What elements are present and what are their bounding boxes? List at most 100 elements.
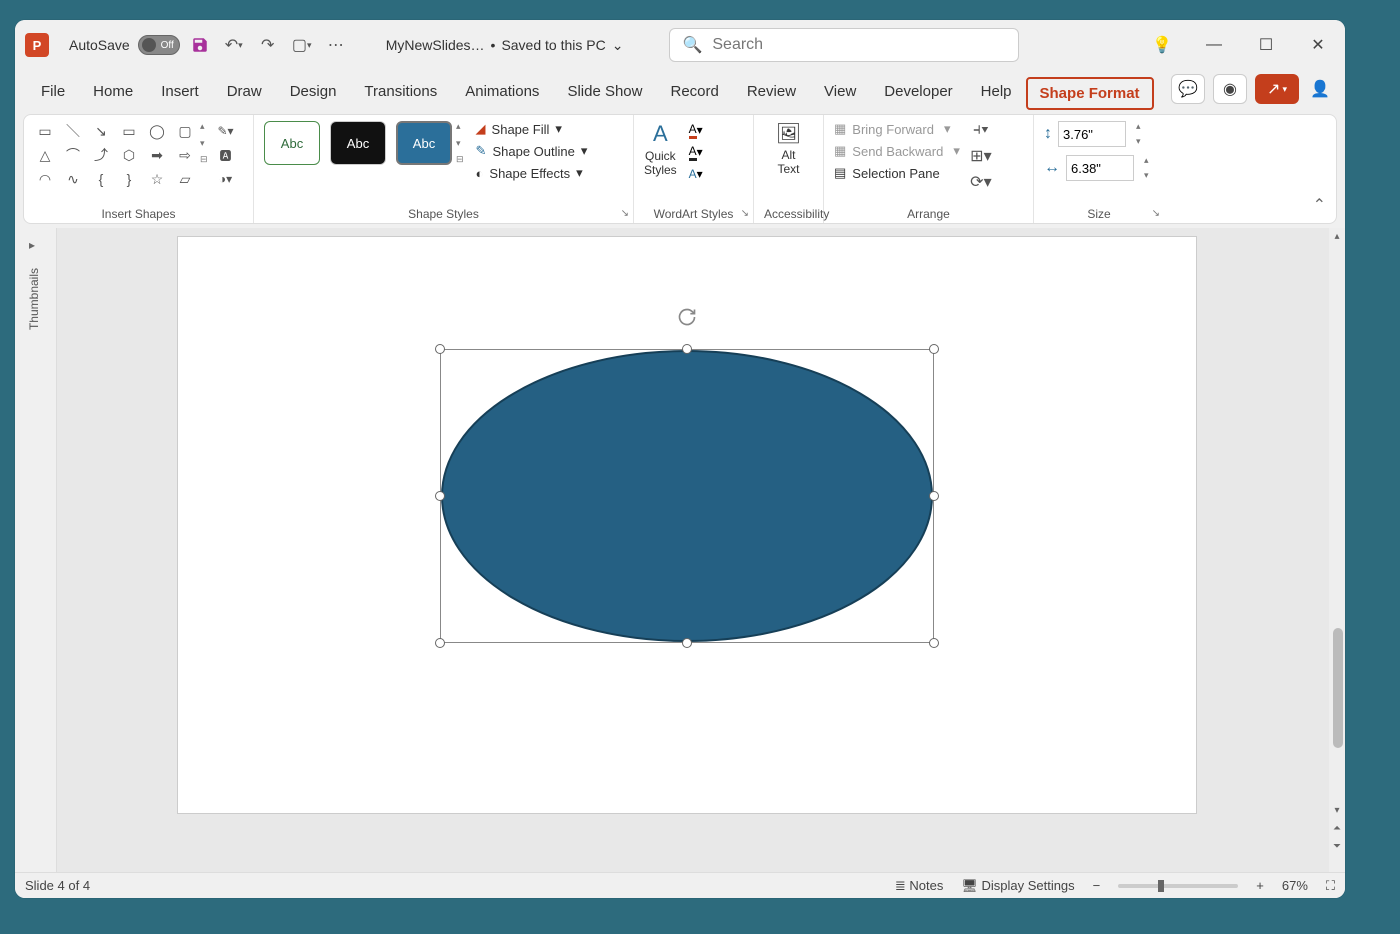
redo-button[interactable]: ↷ <box>254 31 282 59</box>
tab-review[interactable]: Review <box>733 75 810 110</box>
merge-shapes-button[interactable]: ◑▾ <box>214 169 238 189</box>
size-launcher[interactable]: ↘ <box>1152 208 1160 219</box>
text-outline-button[interactable]: A▾ <box>683 143 709 161</box>
handle-bot-right[interactable] <box>929 638 939 648</box>
handle-top-mid[interactable] <box>682 344 692 354</box>
tab-animations[interactable]: Animations <box>451 75 553 110</box>
filename-area[interactable]: MyNewSlides… • Saved to this PC ⌄ <box>386 37 624 54</box>
zoom-slider[interactable] <box>1118 884 1238 888</box>
tab-help[interactable]: Help <box>967 75 1026 110</box>
style-more-icon[interactable]: ⊟ <box>456 154 464 165</box>
vertical-scrollbar[interactable]: ▴ ▾ ⏶ ⏷ <box>1329 228 1345 872</box>
collapse-ribbon-button[interactable]: ⌃ <box>1313 195 1326 215</box>
maximize-button[interactable]: ☐ <box>1249 28 1283 62</box>
shape-arrow2-icon[interactable]: ➡ <box>146 145 168 165</box>
quick-styles-button[interactable]: A Quick Styles <box>644 121 677 177</box>
style-down-icon[interactable]: ▾ <box>456 138 464 149</box>
prev-slide-button[interactable]: ⏶ <box>1333 820 1341 836</box>
rotate-handle[interactable] <box>677 307 697 332</box>
tab-developer[interactable]: Developer <box>870 75 966 110</box>
tab-home[interactable]: Home <box>79 75 147 110</box>
edit-shape-button[interactable]: ✎▾ <box>214 121 238 141</box>
bring-forward-button[interactable]: ▦Bring Forward▾ <box>834 121 960 137</box>
tab-slideshow[interactable]: Slide Show <box>553 75 656 110</box>
text-fill-button[interactable]: A▾ <box>683 121 709 139</box>
display-settings-button[interactable]: 🖥 Display Settings <box>961 878 1074 894</box>
shape-styles-launcher[interactable]: ↘ <box>621 208 629 219</box>
expand-thumbnails-button[interactable]: ▸ <box>29 238 35 252</box>
handle-bot-mid[interactable] <box>682 638 692 648</box>
style-swatch-1[interactable]: Abc <box>264 121 320 165</box>
next-slide-button[interactable]: ⏷ <box>1333 838 1341 854</box>
tab-file[interactable]: File <box>27 75 79 110</box>
minimize-button[interactable]: ― <box>1197 28 1231 62</box>
present-live-button[interactable]: 👤 <box>1307 72 1333 106</box>
undo-button[interactable]: ↶▾ <box>220 31 248 59</box>
scroll-up-icon[interactable]: ▴ <box>1329 228 1345 244</box>
tab-insert[interactable]: Insert <box>147 75 213 110</box>
wordart-launcher[interactable]: ↘ <box>741 208 749 219</box>
style-swatch-3[interactable]: Abc <box>396 121 452 165</box>
height-down[interactable]: ▾ <box>1136 136 1141 147</box>
send-backward-button[interactable]: ▦Send Backward▾ <box>834 143 960 159</box>
gallery-down-icon[interactable]: ▾ <box>200 138 208 149</box>
shape-line-icon[interactable]: ＼ <box>62 121 84 141</box>
tab-shape-format[interactable]: Shape Format <box>1026 77 1154 110</box>
fit-to-window-button[interactable]: ⛶ <box>1326 878 1335 894</box>
save-button[interactable] <box>186 31 214 59</box>
handle-mid-left[interactable] <box>435 491 445 501</box>
shape-wave-icon[interactable]: ∿ <box>62 169 84 189</box>
tips-button[interactable]: 💡 <box>1145 28 1179 62</box>
shape-lbrace-icon[interactable]: { <box>90 169 112 189</box>
shape-textbox-icon[interactable]: ▭ <box>34 121 56 141</box>
width-up[interactable]: ▴ <box>1144 155 1149 166</box>
tab-design[interactable]: Design <box>276 75 351 110</box>
width-input[interactable] <box>1066 155 1134 181</box>
from-beginning-button[interactable]: ▢▾ <box>288 31 316 59</box>
shape-star-icon[interactable]: ☆ <box>146 169 168 189</box>
text-effects-button[interactable]: A▾ <box>683 165 709 183</box>
shape-gallery[interactable]: ▭＼↘▭◯▢ △⌒⤴⬡➡⇨ ◠∿{}☆▱ <box>34 121 196 189</box>
zoom-thumb[interactable] <box>1158 880 1164 892</box>
shape-oval-icon[interactable]: ◯ <box>146 121 168 141</box>
shape-arrow-icon[interactable]: ↘ <box>90 121 112 141</box>
tab-transitions[interactable]: Transitions <box>350 75 451 110</box>
qat-customize-button[interactable]: ⋯ <box>322 31 350 59</box>
handle-top-left[interactable] <box>435 344 445 354</box>
alt-text-button[interactable]: 🖼 Alt Text <box>764 121 813 176</box>
height-up[interactable]: ▴ <box>1136 121 1141 132</box>
style-up-icon[interactable]: ▴ <box>456 121 464 132</box>
gallery-up-icon[interactable]: ▴ <box>200 121 208 132</box>
notes-button[interactable]: ≣ Notes <box>895 878 943 894</box>
shape-roundrect-icon[interactable]: ▢ <box>174 121 196 141</box>
close-button[interactable]: ✕ <box>1301 28 1335 62</box>
shape-effects-button[interactable]: ◐Shape Effects▾ <box>476 165 588 181</box>
share-button[interactable]: ↗▾ <box>1255 74 1299 104</box>
shape-flow-icon[interactable]: ▱ <box>174 169 196 189</box>
rotate-button[interactable]: ⟳▾ <box>970 173 992 191</box>
camera-button[interactable]: ◉ <box>1213 74 1247 104</box>
toggle-switch[interactable]: Off <box>138 35 180 55</box>
selection-pane-button[interactable]: ▤Selection Pane <box>834 165 960 181</box>
shape-brace-icon[interactable]: ◠ <box>34 169 56 189</box>
scroll-thumb[interactable] <box>1333 628 1343 748</box>
shape-fill-button[interactable]: ◢Shape Fill▾ <box>476 121 588 137</box>
tab-draw[interactable]: Draw <box>213 75 276 110</box>
style-gallery[interactable]: Abc Abc Abc <box>264 121 452 165</box>
tab-record[interactable]: Record <box>656 75 732 110</box>
zoom-percent[interactable]: 67% <box>1282 878 1308 893</box>
search-box[interactable]: 🔍 Search <box>669 28 1019 62</box>
shape-connector-icon[interactable]: ⤴ <box>90 145 112 165</box>
scroll-down-icon[interactable]: ▾ <box>1334 802 1339 818</box>
zoom-out-button[interactable]: − <box>1093 878 1101 893</box>
height-input[interactable] <box>1058 121 1126 147</box>
width-down[interactable]: ▾ <box>1144 170 1149 181</box>
chevron-down-icon[interactable]: ⌄ <box>612 37 624 54</box>
shape-rbrace-icon[interactable]: } <box>118 169 140 189</box>
shape-hex-icon[interactable]: ⬡ <box>118 145 140 165</box>
handle-bot-left[interactable] <box>435 638 445 648</box>
handle-mid-right[interactable] <box>929 491 939 501</box>
autosave-toggle[interactable]: AutoSave Off <box>69 35 180 55</box>
shape-callout-icon[interactable]: ⇨ <box>174 145 196 165</box>
shape-curve-icon[interactable]: ⌒ <box>62 145 84 165</box>
